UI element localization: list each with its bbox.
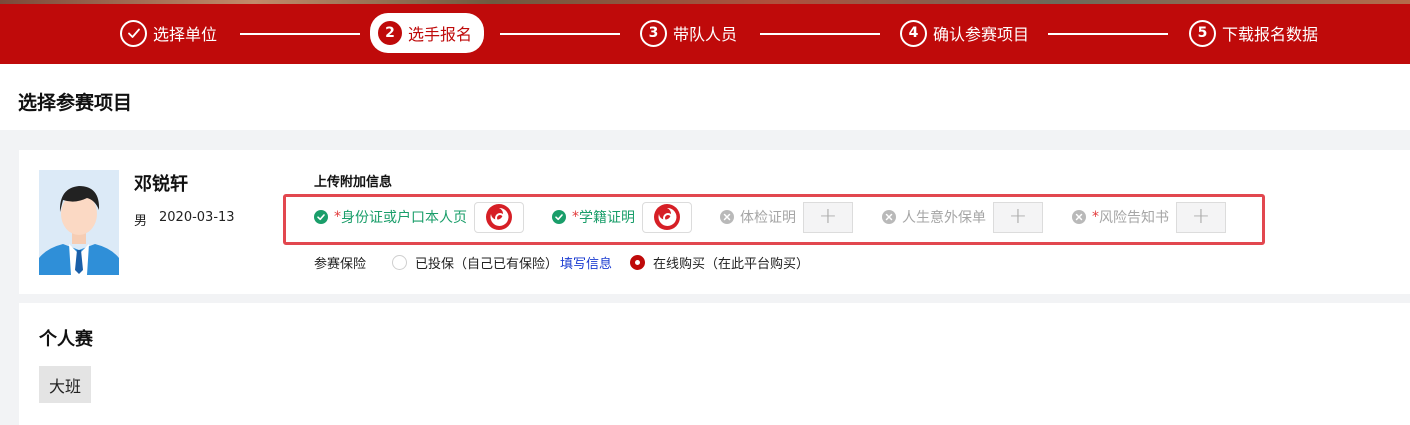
- step-download-data[interactable]: 5 下载报名数据: [1189, 18, 1318, 48]
- insurance-option-online[interactable]: 在线购买（在此平台购买）: [653, 253, 809, 272]
- upload-add-button[interactable]: +: [803, 201, 853, 233]
- uploaded-file-thumbnail[interactable]: [474, 201, 524, 233]
- required-mark: *: [572, 209, 579, 225]
- upload-item-accident-insurance: 人生意外保单 +: [882, 200, 1043, 234]
- step-confirm-events[interactable]: 4 确认参赛项目: [900, 18, 1029, 48]
- upload-item-label: 人生意外保单: [902, 210, 986, 226]
- player-gender: 男: [134, 214, 148, 229]
- x-circle-icon: [882, 210, 896, 224]
- check-circle-icon: [314, 210, 328, 224]
- insurance-label: 参赛保险: [314, 256, 367, 272]
- upload-item-label: 体检证明: [740, 210, 796, 226]
- x-circle-icon: [1072, 210, 1086, 224]
- fill-info-link[interactable]: 填写信息: [560, 253, 612, 272]
- upload-item-label: 风险告知书: [1099, 210, 1169, 226]
- section-title-individual: 个人赛: [39, 329, 93, 350]
- insurance-radio-online[interactable]: [630, 254, 646, 270]
- insurance-radio-existing[interactable]: [392, 254, 408, 270]
- events-card: 个人赛 大班: [19, 303, 1410, 425]
- upload-item-label: 身份证或户口本人页: [341, 210, 467, 226]
- logo-thumbnail-icon: [654, 204, 680, 230]
- step-connector: [240, 33, 360, 35]
- person-avatar-icon: [39, 170, 119, 275]
- upload-item-health-cert: 体检证明 +: [720, 200, 853, 234]
- step-label: 选择单位: [153, 25, 218, 44]
- step-player-signup[interactable]: 2 选手报名: [370, 13, 485, 53]
- step-connector: [1048, 33, 1168, 35]
- upload-item-risk-notice: * 风险告知书 +: [1072, 200, 1226, 234]
- step-number: 5: [1189, 19, 1216, 47]
- x-circle-icon: [720, 210, 734, 224]
- upload-add-button[interactable]: +: [1176, 201, 1226, 233]
- upload-item-label: 学籍证明: [579, 210, 635, 226]
- step-connector: [760, 33, 880, 35]
- step-number: 4: [900, 19, 927, 47]
- insurance-row: 参赛保险 已投保（自己已有保险） 填写信息 在线购买（在此平台购买）: [314, 252, 809, 272]
- step-label: 带队人员: [673, 25, 738, 44]
- event-tag[interactable]: 大班: [39, 366, 91, 403]
- player-birthdate: 2020-03-13: [159, 210, 235, 225]
- uploaded-file-thumbnail[interactable]: [642, 201, 692, 233]
- required-mark: *: [334, 209, 341, 225]
- check-circle-icon: [552, 210, 566, 224]
- upload-section-label: 上传附加信息: [314, 175, 393, 190]
- step-number: 3: [640, 19, 667, 47]
- step-team-staff[interactable]: 3 带队人员: [640, 18, 737, 48]
- player-name: 邓锐轩: [134, 174, 188, 195]
- upload-item-school-cert: * 学籍证明: [552, 200, 692, 234]
- step-label: 下载报名数据: [1222, 25, 1319, 44]
- logo-thumbnail-icon: [486, 204, 512, 230]
- step-label: 确认参赛项目: [933, 25, 1030, 44]
- progress-stepper: 选择单位 2 选手报名 3 带队人员 4 确认参赛项目 5 下载报名数据: [0, 0, 1410, 64]
- upload-item-id-card: * 身份证或户口本人页: [314, 200, 524, 234]
- step-connector: [500, 33, 620, 35]
- step-select-unit[interactable]: 选择单位: [120, 18, 217, 48]
- insurance-option-existing[interactable]: 已投保（自己已有保险）: [415, 253, 558, 272]
- title-bar: 选择参赛项目: [0, 64, 1410, 130]
- player-card: 邓锐轩 男 2020-03-13 上传附加信息 * 身份证或户口本人页 * 学籍…: [19, 150, 1410, 294]
- step-number: 2: [378, 21, 402, 45]
- check-icon: [120, 19, 147, 47]
- step-label: 选手报名: [408, 25, 473, 44]
- header-background-strip: [0, 0, 1410, 4]
- upload-add-button[interactable]: +: [993, 201, 1043, 233]
- page-title: 选择参赛项目: [18, 92, 133, 114]
- player-meta: 男 2020-03-13: [134, 210, 235, 229]
- required-mark: *: [1092, 209, 1099, 225]
